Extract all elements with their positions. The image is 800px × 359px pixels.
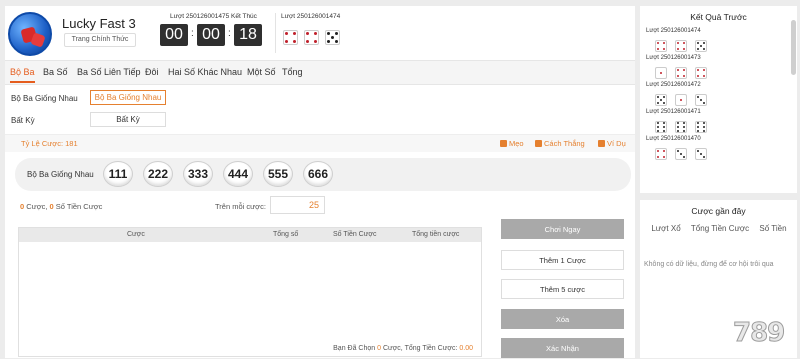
bet-options-row: Bộ Ba Giống Nhau 111 222 333 444 555 666 [15, 158, 631, 191]
table-header: Cược Tổng số Số Tiền Cược Tổng tiền cược [19, 228, 481, 242]
die-face-3-icon [695, 148, 707, 160]
die-face-4-icon [695, 67, 707, 79]
result-round-label: Lượt 250126001470 [646, 136, 701, 142]
die-face-5-icon [655, 94, 667, 106]
tab-hai-so-khac-nhau[interactable]: Hai Số Khác Nhau [168, 67, 242, 77]
bet-option-333[interactable]: 333 [183, 161, 213, 187]
tips-link[interactable]: Mẹo [500, 139, 524, 148]
results-scrollbar[interactable] [791, 20, 796, 75]
lightbulb-icon [500, 140, 507, 147]
die-face-3-icon [695, 94, 707, 106]
bet-row-label: Bộ Ba Giống Nhau [27, 170, 94, 179]
game-header: Lucky Fast 3 Trang Chính Thức Lượt 25012… [5, 6, 635, 61]
recent-title: Cược gần đây [691, 206, 746, 216]
bet-summary: 0 Cược, 0 Số Tiền Cược [20, 202, 103, 211]
result-round-label: Lượt 250126001473 [646, 55, 701, 61]
add-one-bet-button[interactable]: Thêm 1 Cược [501, 250, 624, 270]
per-bet-input[interactable]: 25 [270, 196, 325, 214]
tab-doi[interactable]: Đôi [145, 67, 159, 77]
die-face-4-icon [675, 67, 687, 79]
die-face-4-icon [675, 40, 687, 52]
delete-button[interactable]: Xóa [501, 309, 624, 329]
die-face-5-icon [325, 30, 340, 45]
bet-slip-table: Cược Tổng số Số Tiền Cược Tổng tiền cược… [18, 227, 482, 357]
die-face-3-icon [675, 148, 687, 160]
result-round-label: Lượt 250126001471 [646, 109, 701, 115]
table-footer: Bạn Đã Chọn 0 Cược, Tổng Tiền Cược: 0.00 [333, 345, 473, 352]
confirm-button[interactable]: Xác Nhận [501, 338, 624, 358]
column-header: Số Tiền Cược [333, 231, 377, 238]
odds-bar: Tỷ Lệ Cược: 181 Mẹo Cách Thắng Ví Dụ [5, 134, 635, 152]
per-bet-label: Trên mỗi cược: [215, 202, 266, 211]
timer-seconds: 18 [234, 24, 262, 46]
odds-rate: Tỷ Lệ Cược: 181 [21, 139, 78, 148]
timer-minutes: 00 [197, 24, 225, 46]
folder-icon [598, 140, 605, 147]
subtab-bo-ba-giong-nhau[interactable]: Bộ Ba Giống Nhau [90, 90, 166, 105]
subtab-row-label: Bất Kỳ [11, 116, 35, 125]
add-five-bets-button[interactable]: Thêm 5 cược [501, 279, 624, 299]
die-face-6-icon [675, 121, 687, 133]
divider [275, 13, 276, 53]
play-now-button[interactable]: Chơi Ngay [501, 219, 624, 239]
bet-option-222[interactable]: 222 [143, 161, 173, 187]
column-header: Tổng tiền cược [412, 231, 460, 238]
results-title: Kết Quả Trước [690, 12, 747, 22]
brand-watermark: 789 [732, 318, 785, 349]
how-to-win-link[interactable]: Cách Thắng [535, 139, 585, 148]
column-header: Số Tiền [759, 224, 787, 233]
die-face-1-icon [655, 67, 667, 79]
current-round-label: Lượt 250126001475 Kết Thúc [170, 13, 257, 20]
bet-type-tabs: Bộ Ba Ba Số Ba Số Liên Tiếp Đôi Hai Số K… [5, 61, 635, 85]
bet-option-666[interactable]: 666 [303, 161, 333, 187]
bet-option-444[interactable]: 444 [223, 161, 253, 187]
die-face-6-icon [655, 121, 667, 133]
tab-tong[interactable]: Tổng [282, 67, 303, 77]
subtab-row-label: Bộ Ba Giống Nhau [11, 94, 78, 103]
document-icon [535, 140, 542, 147]
timer-colon: : [228, 28, 231, 39]
subtab-bat-ky[interactable]: Bất Kỳ [90, 112, 166, 127]
die-face-4-icon [655, 40, 667, 52]
die-face-1-icon [675, 94, 687, 106]
bet-option-555[interactable]: 555 [263, 161, 293, 187]
column-header: Tổng số [273, 231, 299, 238]
result-round-label: Lượt 250126001474 [646, 28, 701, 34]
game-panel: Lucky Fast 3 Trang Chính Thức Lượt 25012… [5, 6, 635, 358]
official-site-button[interactable]: Trang Chính Thức [64, 33, 136, 47]
die-face-4-icon [304, 30, 319, 45]
game-title: Lucky Fast 3 [62, 16, 136, 31]
game-logo [8, 12, 52, 56]
tab-mot-so[interactable]: Một Số [247, 67, 276, 77]
tab-ba-so[interactable]: Ba Số [43, 67, 68, 77]
example-link[interactable]: Ví Dụ [598, 139, 626, 148]
timer-hours: 00 [160, 24, 188, 46]
column-header: Tổng Tiền Cược [690, 224, 750, 233]
die-face-4-icon [655, 148, 667, 160]
timer-colon: : [191, 28, 194, 39]
tab-bo-ba[interactable]: Bộ Ba [10, 67, 35, 77]
die-face-5-icon [695, 40, 707, 52]
tab-ba-so-lien-tiep[interactable]: Ba Số Liên Tiếp [77, 67, 141, 77]
die-face-4-icon [283, 30, 298, 45]
empty-message: Không có dữ liệu, đừng để cơ hội trôi qu… [644, 261, 774, 268]
previous-results-panel: Kết Quả Trước Lượt 250126001474 Lượt 2501… [640, 6, 797, 193]
column-header: Cược [127, 231, 145, 238]
result-round-label: Lượt 250126001472 [646, 82, 701, 88]
bet-option-111[interactable]: 111 [103, 161, 133, 187]
column-header: Lượt Xổ [651, 224, 681, 233]
previous-round-label: Lượt 250126001474 [281, 13, 341, 20]
die-face-6-icon [695, 121, 707, 133]
active-tab-indicator [10, 81, 35, 83]
